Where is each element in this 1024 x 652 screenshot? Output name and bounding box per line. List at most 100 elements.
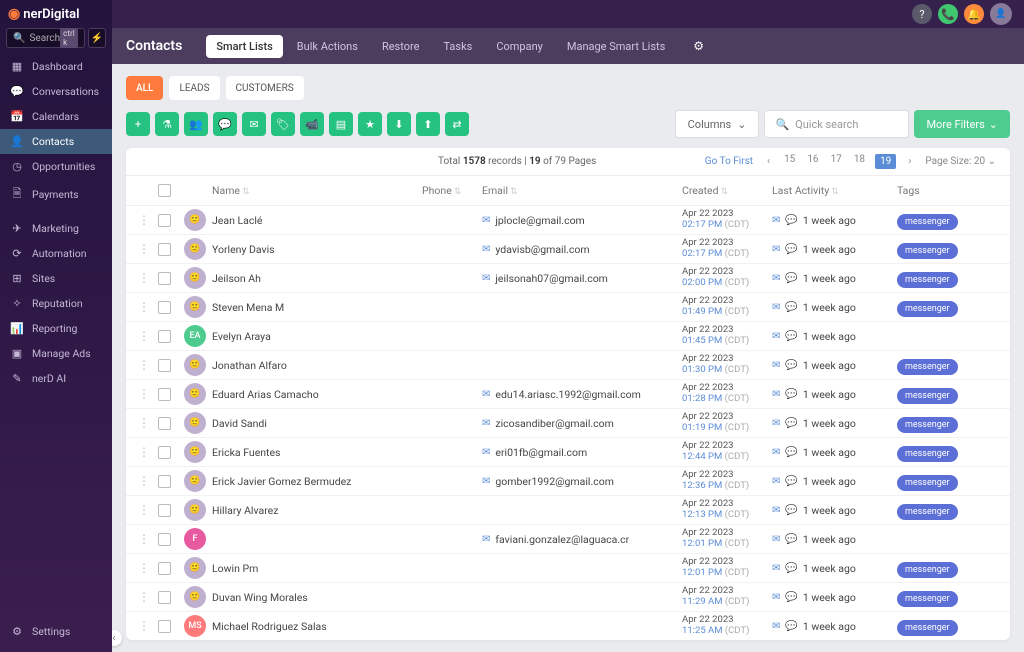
tag-badge[interactable]: messenger (897, 272, 958, 288)
drag-handle-icon[interactable]: ⋮ (138, 445, 150, 459)
row-checkbox[interactable] (158, 359, 171, 372)
col-phone[interactable]: Phone (422, 184, 452, 197)
sidebar-item-payments[interactable]: 🗎Payments (0, 179, 112, 210)
table-row[interactable]: ⋮F✉faviani.gonzalez@laguaca.crApr 22 202… (126, 525, 1010, 554)
table-row[interactable]: ⋮EAEvelyn ArayaApr 22 202301:45 PM (CDT)… (126, 322, 1010, 351)
table-row[interactable]: ⋮🙂Ericka Fuentes✉eri01fb@gmail.comApr 22… (126, 438, 1010, 467)
tag-badge[interactable]: messenger (897, 417, 958, 433)
sidebar-item-calendars[interactable]: 📅Calendars (0, 104, 112, 129)
sidebar-item-sites[interactable]: ⊞Sites (0, 266, 112, 291)
drag-handle-icon[interactable]: ⋮ (138, 271, 150, 285)
sidebar-item-settings[interactable]: ⚙ Settings (0, 619, 112, 644)
drag-handle-icon[interactable]: ⋮ (138, 590, 150, 604)
col-name[interactable]: Name (212, 184, 240, 197)
drag-handle-icon[interactable]: ⋮ (138, 619, 150, 633)
page-15[interactable]: 15 (782, 154, 797, 169)
action-button-6[interactable]: 📹 (300, 112, 324, 136)
sidebar-item-nerd-ai[interactable]: ✎nerD AI (0, 366, 112, 391)
action-button-8[interactable]: ★ (358, 112, 382, 136)
page-19[interactable]: 19 (875, 154, 896, 169)
tag-badge[interactable]: messenger (897, 475, 958, 491)
row-checkbox[interactable] (158, 446, 171, 459)
table-row[interactable]: ⋮🙂Lowin PmApr 22 202312:01 PM (CDT)✉💬1 w… (126, 554, 1010, 583)
action-button-0[interactable]: + (126, 112, 150, 136)
action-button-2[interactable]: 👥 (184, 112, 208, 136)
row-checkbox[interactable] (158, 475, 171, 488)
row-checkbox[interactable] (158, 417, 171, 430)
tabs-settings-icon[interactable]: ⚙ (693, 39, 704, 53)
table-row[interactable]: ⋮🙂Duvan Wing MoralesApr 22 202311:29 AM … (126, 583, 1010, 612)
drag-handle-icon[interactable]: ⋮ (138, 561, 150, 575)
drag-handle-icon[interactable]: ⋮ (138, 532, 150, 546)
page-16[interactable]: 16 (805, 154, 820, 169)
more-filters-button[interactable]: More Filters ⌄ (914, 110, 1010, 138)
tag-badge[interactable]: messenger (897, 359, 958, 375)
drag-handle-icon[interactable]: ⋮ (138, 242, 150, 256)
sidebar-item-marketing[interactable]: ✈Marketing (0, 216, 112, 241)
action-button-3[interactable]: 💬 (213, 112, 237, 136)
drag-handle-icon[interactable]: ⋮ (138, 213, 150, 227)
col-activity[interactable]: Last Activity (772, 184, 829, 197)
filter-all[interactable]: ALL (126, 76, 163, 100)
columns-selector[interactable]: Columns ⌄ (675, 110, 760, 138)
col-created[interactable]: Created (682, 184, 719, 197)
row-checkbox[interactable] (158, 388, 171, 401)
action-button-10[interactable]: ⬆ (416, 112, 440, 136)
tag-badge[interactable]: messenger (897, 388, 958, 404)
tag-badge[interactable]: messenger (897, 214, 958, 230)
row-checkbox[interactable] (158, 301, 171, 314)
action-button-11[interactable]: ⇄ (445, 112, 469, 136)
row-checkbox[interactable] (158, 330, 171, 343)
table-row[interactable]: ⋮🙂Yorleny Davis✉ydavisb@gmail.comApr 22 … (126, 235, 1010, 264)
tag-badge[interactable]: messenger (897, 620, 958, 636)
row-checkbox[interactable] (158, 243, 171, 256)
table-row[interactable]: ⋮🙂Jonathan AlfaroApr 22 202301:30 PM (CD… (126, 351, 1010, 380)
tag-badge[interactable]: messenger (897, 504, 958, 520)
tab-restore[interactable]: Restore (372, 35, 430, 58)
next-page[interactable]: › (906, 156, 913, 167)
quick-actions-button[interactable]: ⚡ (88, 28, 106, 48)
user-avatar[interactable]: 👤 (990, 3, 1012, 25)
logo[interactable]: ◉ nerDigital (0, 0, 112, 28)
drag-handle-icon[interactable]: ⋮ (138, 358, 150, 372)
tab-company[interactable]: Company (486, 35, 553, 58)
sidebar-collapse-toggle[interactable]: ‹ (112, 630, 122, 646)
sidebar-item-reporting[interactable]: 📊Reporting (0, 316, 112, 341)
filter-leads[interactable]: LEADS (169, 76, 219, 100)
notifications-icon[interactable]: 🔔 (964, 4, 984, 24)
drag-handle-icon[interactable]: ⋮ (138, 329, 150, 343)
row-checkbox[interactable] (158, 214, 171, 227)
row-checkbox[interactable] (158, 620, 171, 633)
action-button-4[interactable]: ✉ (242, 112, 266, 136)
page-size-selector[interactable]: Page Size: 20 ⌄ (923, 156, 998, 167)
col-tags[interactable]: Tags (897, 184, 920, 197)
tab-tasks[interactable]: Tasks (433, 35, 482, 58)
tab-bulk-actions[interactable]: Bulk Actions (287, 35, 368, 58)
row-checkbox[interactable] (158, 562, 171, 575)
help-icon[interactable]: ? (912, 4, 932, 24)
sidebar-item-automation[interactable]: ⟳Automation (0, 241, 112, 266)
table-row[interactable]: ⋮🙂Jeilson Ah✉jeilsonah07@gmail.comApr 22… (126, 264, 1010, 293)
drag-handle-icon[interactable]: ⋮ (138, 300, 150, 314)
action-button-7[interactable]: ▤ (329, 112, 353, 136)
sidebar-item-reputation[interactable]: ✧Reputation (0, 291, 112, 316)
sidebar-item-contacts[interactable]: 👤Contacts (0, 129, 112, 154)
table-row[interactable]: ⋮🙂Erick Javier Gomez Bermudez✉gomber1992… (126, 467, 1010, 496)
drag-handle-icon[interactable]: ⋮ (138, 387, 150, 401)
page-18[interactable]: 18 (852, 154, 867, 169)
drag-handle-icon[interactable]: ⋮ (138, 474, 150, 488)
tag-badge[interactable]: messenger (897, 591, 958, 607)
sidebar-item-manage-ads[interactable]: ▣Manage Ads (0, 341, 112, 366)
sidebar-item-conversations[interactable]: 💬Conversations (0, 79, 112, 104)
row-checkbox[interactable] (158, 591, 171, 604)
prev-page[interactable]: ‹ (765, 156, 772, 167)
table-row[interactable]: ⋮🙂David Sandi✉zicosandiber@gmail.comApr … (126, 409, 1010, 438)
filter-customers[interactable]: CUSTOMERS (226, 76, 304, 100)
row-checkbox[interactable] (158, 533, 171, 546)
table-row[interactable]: ⋮🙂Steven Mena MApr 22 202301:49 PM (CDT)… (126, 293, 1010, 322)
tab-smart-lists[interactable]: Smart Lists (206, 35, 282, 58)
tag-badge[interactable]: messenger (897, 243, 958, 259)
sidebar-item-dashboard[interactable]: ▦Dashboard (0, 54, 112, 79)
tag-badge[interactable]: messenger (897, 562, 958, 578)
drag-handle-icon[interactable]: ⋮ (138, 416, 150, 430)
